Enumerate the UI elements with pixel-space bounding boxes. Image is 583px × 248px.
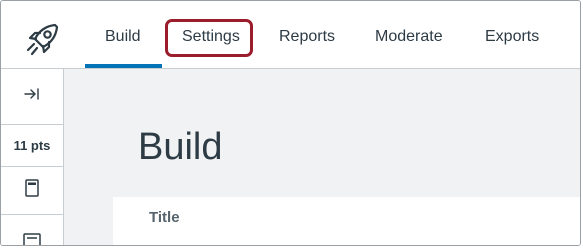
- content-block-icon: [23, 233, 41, 245]
- page-title: Build: [138, 126, 223, 168]
- tab-moderate[interactable]: Moderate: [375, 27, 443, 47]
- active-tab-indicator: [85, 64, 162, 68]
- sidebar: 11 pts: [1, 69, 64, 245]
- rocket-icon[interactable]: [25, 21, 61, 57]
- tab-build[interactable]: Build: [105, 27, 141, 47]
- sidebar-item-question[interactable]: [1, 167, 63, 215]
- app-window: Build Settings Reports Moderate Exports …: [0, 0, 581, 246]
- settings-tab-highlight: [165, 19, 253, 57]
- points-label: 11 pts: [13, 138, 51, 153]
- title-card[interactable]: Title: [113, 197, 580, 245]
- title-label: Title: [149, 209, 180, 226]
- sidebar-item-content[interactable]: [1, 215, 63, 245]
- top-navigation: Build Settings Reports Moderate Exports: [1, 1, 580, 69]
- points-total: 11 pts: [1, 125, 63, 167]
- tab-reports[interactable]: Reports: [279, 27, 335, 47]
- expand-sidebar-icon: [23, 87, 41, 106]
- question-block-icon: [25, 179, 39, 202]
- build-canvas: Build Title: [64, 69, 580, 245]
- tab-exports[interactable]: Exports: [485, 27, 539, 47]
- sidebar-collapse-button[interactable]: [1, 69, 63, 125]
